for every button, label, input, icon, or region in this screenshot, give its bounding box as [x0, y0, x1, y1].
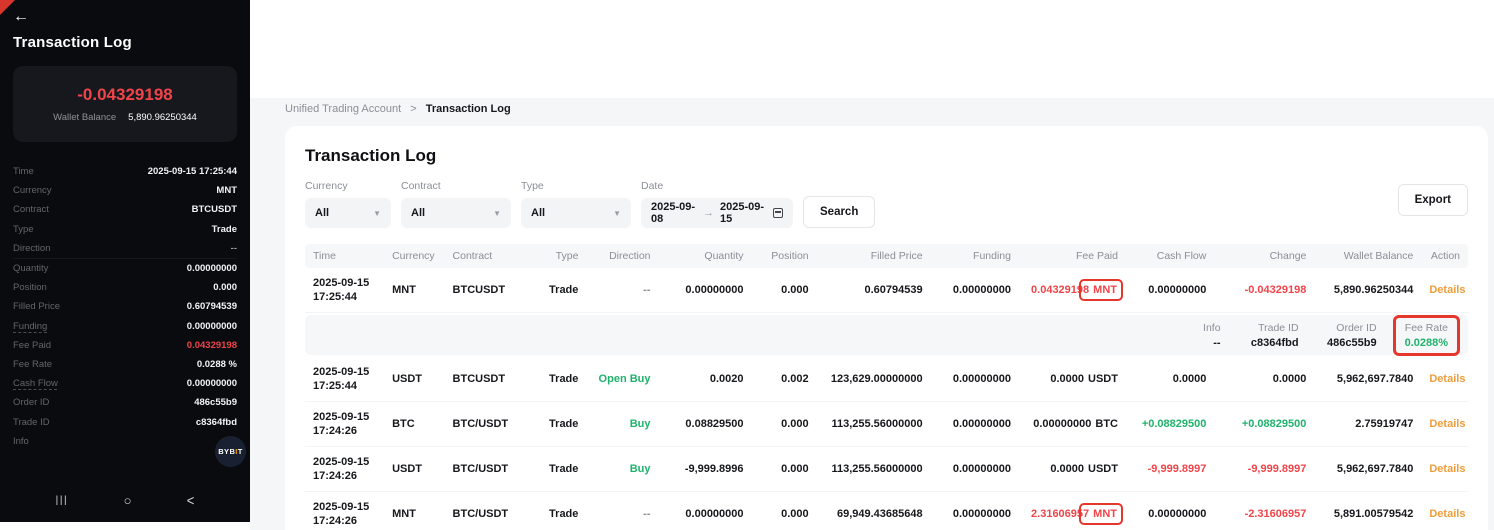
col-wallet-balance: Wallet Balance [1314, 244, 1421, 268]
details-link[interactable]: Details [1429, 373, 1465, 385]
page-title: Transaction Log [305, 146, 1468, 166]
field-row-direction: Direction-- [13, 239, 237, 259]
chevron-down-icon: ▼ [613, 209, 621, 218]
breadcrumb-separator: > [410, 103, 416, 115]
date-end: 2025-09-15 [720, 201, 766, 225]
col-currency: Currency [384, 244, 444, 268]
col-quantity: Quantity [659, 244, 752, 268]
field-row-time: Time2025-09-15 17:25:44 [13, 162, 237, 181]
android-nav-bar: ||| ○ < [0, 478, 250, 522]
details-link[interactable]: Details [1429, 508, 1465, 520]
col-position: Position [752, 244, 817, 268]
col-filled-price: Filled Price [817, 244, 931, 268]
date-filter: Date 2025-09-08 → 2025-09-15 [641, 180, 793, 228]
transaction-table: Time Currency Contract Type Direction Qu… [305, 244, 1468, 530]
detail-fee-rate-annotated: Fee Rate0.0288% [1393, 315, 1460, 356]
chevron-down-icon: ▼ [493, 209, 501, 218]
arrow-right-icon: → [703, 207, 714, 219]
red-corner-annotation [0, 0, 15, 15]
detail-trade-id: Trade IDc8364fbd [1221, 322, 1299, 349]
col-fee-paid: Fee Paid [1019, 244, 1126, 268]
col-contract: Contract [445, 244, 533, 268]
screenshot-root: ← Transaction Log -0.04329198 Wallet Bal… [0, 0, 1494, 530]
contract-filter: Contract All▼ [401, 180, 511, 228]
type-select[interactable]: All▼ [521, 198, 631, 228]
field-row-order-id: Order ID486c55b9 [13, 393, 237, 412]
field-row-trade-id: Trade IDc8364fbd [13, 412, 237, 431]
transaction-log-card: Transaction Log Currency All▼ Contract A… [285, 126, 1488, 530]
table-row: 2025-09-1517:24:26 BTC BTC/USDT Trade Bu… [305, 402, 1468, 447]
table-row: 2025-09-1517:25:44 USDT BTCUSDT Trade Op… [305, 357, 1468, 402]
field-row-currency: CurrencyMNT [13, 181, 237, 200]
filter-bar: Currency All▼ Contract All▼ Type All▼ Da… [305, 180, 1468, 228]
col-action: Action [1421, 244, 1468, 268]
field-row-fee-rate: Fee Rate0.0288 % [13, 355, 237, 374]
summary-change-value: -0.04329198 [77, 85, 172, 105]
recent-apps-icon[interactable]: ||| [56, 495, 69, 506]
date-range-picker[interactable]: 2025-09-08 → 2025-09-15 [641, 198, 793, 228]
detail-info: Info-- [1143, 322, 1221, 349]
table-header-row: Time Currency Contract Type Direction Qu… [305, 244, 1468, 268]
back-arrow-icon[interactable]: ← [13, 9, 33, 25]
field-row-contract: ContractBTCUSDT [13, 200, 237, 219]
field-row-filled-price: Filled Price0.60794539 [13, 297, 237, 316]
export-button[interactable]: Export [1398, 184, 1468, 216]
details-link[interactable]: Details [1429, 418, 1465, 430]
field-row-quantity: Quantity0.00000000 [13, 259, 237, 278]
nav-back-icon[interactable]: < [187, 491, 195, 508]
col-time: Time [305, 244, 384, 268]
field-row-funding: Funding0.00000000 [13, 317, 237, 336]
detail-order-id: Order ID486c55b9 [1299, 322, 1377, 349]
date-start: 2025-09-08 [651, 201, 697, 225]
table-row: 2025-09-1517:25:44 MNT BTCUSDT Trade -- … [305, 268, 1468, 313]
search-button[interactable]: Search [803, 196, 875, 228]
col-change: Change [1214, 244, 1314, 268]
mobile-app-panel: ← Transaction Log -0.04329198 Wallet Bal… [0, 0, 250, 522]
field-row-type: TypeTrade [13, 220, 237, 239]
red-annotation-box: MNT [1079, 279, 1123, 301]
field-row-cash-flow: Cash Flow0.00000000 [13, 374, 237, 393]
breadcrumb-parent[interactable]: Unified Trading Account [285, 103, 401, 115]
currency-filter: Currency All▼ [305, 180, 391, 228]
chevron-down-icon: ▼ [373, 209, 381, 218]
field-row-info: Info-- [13, 432, 237, 451]
mobile-page-title: Transaction Log [13, 34, 237, 51]
field-row-position: Position0.000 [13, 278, 237, 297]
bybit-logo: BYBIT [215, 436, 246, 467]
calendar-icon [773, 208, 783, 218]
table-row: 2025-09-1517:24:26 USDT BTC/USDT Trade B… [305, 447, 1468, 492]
currency-select[interactable]: All▼ [305, 198, 391, 228]
detail-row: Info-- Trade IDc8364fbd Order ID486c55b9… [305, 313, 1468, 358]
home-icon[interactable]: ○ [124, 493, 132, 508]
details-link[interactable]: Details [1429, 463, 1465, 475]
col-direction: Direction [586, 244, 658, 268]
summary-card: -0.04329198 Wallet Balance 5,890.9625034… [13, 66, 237, 142]
breadcrumb-current: Transaction Log [426, 103, 511, 115]
type-filter: Type All▼ [521, 180, 631, 228]
field-row-fee-paid: Fee Paid0.04329198 [13, 336, 237, 355]
wallet-balance-value: 5,890.96250344 [128, 112, 197, 123]
col-funding: Funding [931, 244, 1019, 268]
red-annotation-box: MNT [1079, 503, 1123, 525]
transaction-detail-list: Time2025-09-15 17:25:44 CurrencyMNT Cont… [13, 162, 237, 451]
contract-select[interactable]: All▼ [401, 198, 511, 228]
breadcrumb: Unified Trading Account > Transaction Lo… [285, 103, 511, 115]
details-link[interactable]: Details [1429, 284, 1465, 296]
col-cash-flow: Cash Flow [1126, 244, 1214, 268]
table-row: 2025-09-1517:24:26 MNT BTC/USDT Trade --… [305, 492, 1468, 530]
col-type: Type [533, 244, 586, 268]
wallet-balance-label: Wallet Balance [53, 112, 116, 123]
